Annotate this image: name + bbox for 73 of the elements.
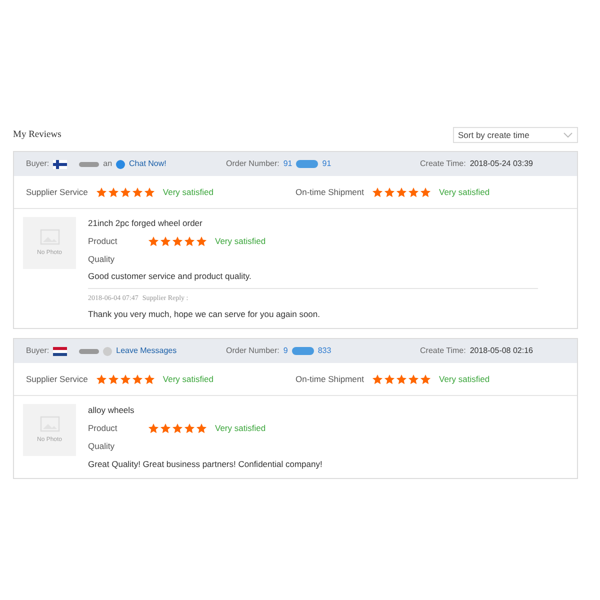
star-icon <box>144 374 155 385</box>
buyer-label: Buyer: <box>26 345 50 358</box>
star-icon <box>148 422 159 434</box>
order-label: Order Number: <box>226 158 280 170</box>
product-label: Product <box>88 234 118 248</box>
star-icon <box>108 186 119 198</box>
create-time: 2018-05-08 02:16 <box>470 345 533 358</box>
time-label: Create Time: <box>420 345 466 358</box>
rating-verdict: Very satisfied <box>162 372 214 386</box>
order-number: 91 <box>283 158 292 170</box>
chevron-icon <box>563 132 573 138</box>
star-icon <box>372 186 383 198</box>
product-label: Product <box>88 422 118 435</box>
rating-label: On-time Shipment <box>296 186 364 198</box>
star-icon <box>372 374 383 385</box>
reply-text: Thank you very much, hope we can serve for you again soon. <box>88 308 321 320</box>
contact-link[interactable]: Chat Now! <box>129 158 166 170</box>
page-title: My Reviews <box>13 128 62 142</box>
star-icon <box>132 186 143 198</box>
star-icon <box>132 374 143 385</box>
star-icon <box>120 374 131 385</box>
star-icon <box>172 236 183 247</box>
rating-verdict: Very satisfied <box>439 186 490 198</box>
review-comment: Good customer service and product quality. <box>88 270 252 283</box>
redacted-name <box>79 162 100 166</box>
rating-label: On-time Shipment <box>296 372 364 386</box>
flag-icon <box>53 160 68 168</box>
star-icon <box>160 422 171 434</box>
buyer-name: an <box>103 158 112 170</box>
review-comment: Great Quality! Great business partners! Confidential company! <box>88 458 324 470</box>
order-number: 9 <box>283 345 288 358</box>
quality-label: Quality <box>88 252 116 266</box>
redacted-number <box>296 160 318 168</box>
star-icon <box>420 374 431 385</box>
order-number: 833 <box>318 345 332 358</box>
star-icon <box>384 374 395 385</box>
buyer-label: Buyer: <box>26 158 50 170</box>
star-icon <box>148 236 159 247</box>
star-icon <box>184 422 195 434</box>
rating-label: Supplier Service <box>26 372 88 386</box>
star-icon <box>96 374 107 385</box>
star-icon <box>196 236 207 247</box>
star-icon <box>384 186 395 198</box>
flag-icon <box>53 346 68 356</box>
star-icon <box>408 374 419 385</box>
sort-select[interactable]: Sort by create time <box>453 127 578 143</box>
star-icon <box>184 236 195 247</box>
rating-verdict: Very satisfied <box>162 186 214 198</box>
star-icon <box>172 422 183 434</box>
star-icon <box>120 186 131 198</box>
redacted-number <box>292 347 314 356</box>
star-icon <box>144 186 155 198</box>
star-icon <box>160 236 171 247</box>
star-icon <box>396 186 407 198</box>
product-name: alloy wheels <box>88 404 136 417</box>
product-name: 21inch 2pc forged wheel order <box>88 217 204 230</box>
time-label: Create Time: <box>420 158 466 170</box>
star-icon <box>108 374 119 385</box>
star-icon <box>420 186 431 198</box>
order-label: Order Number: <box>226 345 280 358</box>
star-icon <box>196 422 207 434</box>
contact-link[interactable]: Leave Messages <box>116 345 177 358</box>
rating-verdict: Very satisfied <box>215 234 266 248</box>
rating-verdict: Very satisfied <box>215 422 266 435</box>
star-icon <box>408 186 419 198</box>
redacted-name <box>79 348 100 354</box>
quality-label: Quality <box>88 440 116 452</box>
order-number: 91 <box>322 158 332 170</box>
star-icon <box>396 374 407 385</box>
create-time: 2018-05-24 03:39 <box>470 158 533 170</box>
rating-label: Supplier Service <box>26 186 88 198</box>
star-icon <box>96 186 107 198</box>
rating-verdict: Very satisfied <box>439 372 490 386</box>
